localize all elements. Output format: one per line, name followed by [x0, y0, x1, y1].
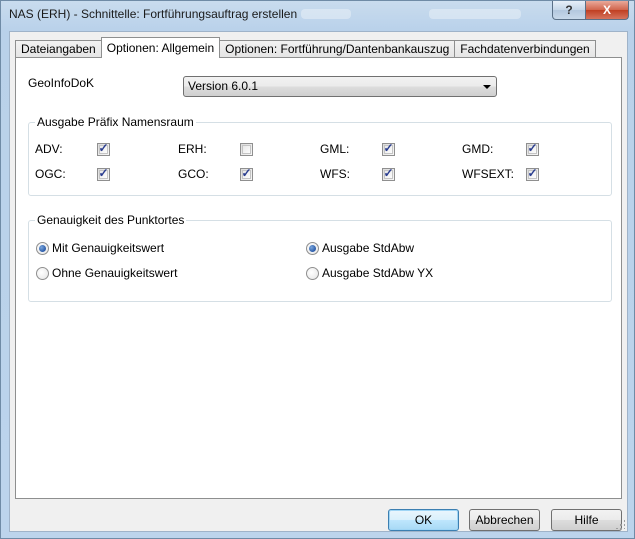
prefix-label-gco: GCO:: [178, 167, 209, 181]
prefix-label-adv: ADV:: [35, 142, 63, 156]
check-icon: ✓: [98, 141, 109, 155]
radio-ausgabe-stdabw[interactable]: [306, 242, 319, 255]
tab-optionen-allgemein[interactable]: Optionen: Allgemein: [100, 37, 221, 58]
prefix-checkbox-wfs[interactable]: ✓: [382, 166, 395, 181]
prefix-checkbox-gco[interactable]: ✓: [240, 166, 253, 181]
prefix-label-gmd: GMD:: [462, 142, 494, 156]
radio-dot: [309, 245, 316, 252]
prefix-label-wfsext: WFSEXT:: [462, 167, 515, 181]
geoinfodok-selected-value: Version 6.0.1: [188, 79, 259, 93]
check-icon: ✓: [98, 166, 109, 180]
label-mit-genauigkeitswert[interactable]: Mit Genauigkeitswert: [52, 241, 164, 255]
tab-strip: Dateiangaben Optionen: Allgemein Optione…: [15, 37, 596, 58]
radio-mit-genauigkeitswert[interactable]: [36, 242, 49, 255]
radio-ohne-genauigkeitswert[interactable]: [36, 267, 49, 280]
prefix-label-wfs: WFS:: [320, 167, 350, 181]
tab-page-optionen-allgemein: GeoInfoDoK Version 6.0.1 Ausgabe Präfix …: [15, 57, 622, 499]
accuracy-group-title: Genauigkeit des Punktortes: [35, 213, 187, 227]
help-button[interactable]: Hilfe: [551, 509, 622, 531]
check-icon: ✓: [527, 166, 538, 180]
check-icon: ✓: [383, 141, 394, 155]
ok-button[interactable]: OK: [388, 509, 459, 531]
tab-optionen-fortfuehrung[interactable]: Optionen: Fortführung/Dantenbankauszug: [219, 40, 456, 58]
label-ausgabe-stdabw-yx[interactable]: Ausgabe StdAbw YX: [322, 266, 433, 280]
radio-ausgabe-stdabw-yx[interactable]: [306, 267, 319, 280]
prefix-checkbox-adv[interactable]: ✓: [97, 141, 110, 156]
prefix-label-gml: GML:: [320, 142, 350, 156]
window-title: NAS (ERH) - Schnittelle: Fortführungsauf…: [9, 7, 298, 21]
title-help-button[interactable]: ?: [552, 1, 586, 20]
accuracy-groupbox: Genauigkeit des Punktortes Mit Genauigke…: [28, 213, 612, 302]
prefix-checkbox-ogc[interactable]: ✓: [97, 166, 110, 181]
close-icon[interactable]: X: [585, 1, 629, 20]
title-bar[interactable]: NAS (ERH) - Schnittelle: Fortführungsauf…: [1, 1, 634, 31]
radio-dot: [39, 245, 46, 252]
prefix-checkbox-gmd[interactable]: ✓: [526, 141, 539, 156]
geoinfodok-label: GeoInfoDoK: [28, 76, 95, 90]
checkbox-inner: [242, 145, 251, 154]
check-icon: ✓: [527, 141, 538, 155]
label-ohne-genauigkeitswert[interactable]: Ohne Genauigkeitswert: [52, 266, 177, 280]
prefix-checkbox-wfsext[interactable]: ✓: [526, 166, 539, 181]
dialog-window: NAS (ERH) - Schnittelle: Fortführungsauf…: [0, 0, 635, 539]
prefix-checkbox-erh[interactable]: [240, 143, 253, 156]
chevron-down-icon[interactable]: [483, 85, 491, 89]
geoinfodok-select[interactable]: Version 6.0.1: [183, 76, 497, 97]
prefix-label-ogc: OGC:: [35, 167, 66, 181]
cancel-button[interactable]: Abbrechen: [469, 509, 540, 531]
check-icon: ✓: [241, 166, 252, 180]
tab-dateiangaben[interactable]: Dateiangaben: [15, 40, 102, 58]
label-ausgabe-stdabw[interactable]: Ausgabe StdAbw: [322, 241, 414, 255]
prefix-groupbox: Ausgabe Präfix Namensraum ADV: ✓ ERH: GM…: [28, 115, 612, 196]
tab-fachdatenverbindungen[interactable]: Fachdatenverbindungen: [454, 40, 596, 58]
title-blur-decoration: [429, 9, 521, 19]
check-icon: ✓: [383, 166, 394, 180]
dialog-client-area: Dateiangaben Optionen: Allgemein Optione…: [9, 31, 628, 532]
prefix-label-erh: ERH:: [178, 142, 207, 156]
title-blur-decoration: [301, 9, 351, 19]
prefix-checkbox-gml[interactable]: ✓: [382, 141, 395, 156]
prefix-group-title: Ausgabe Präfix Namensraum: [35, 115, 196, 129]
